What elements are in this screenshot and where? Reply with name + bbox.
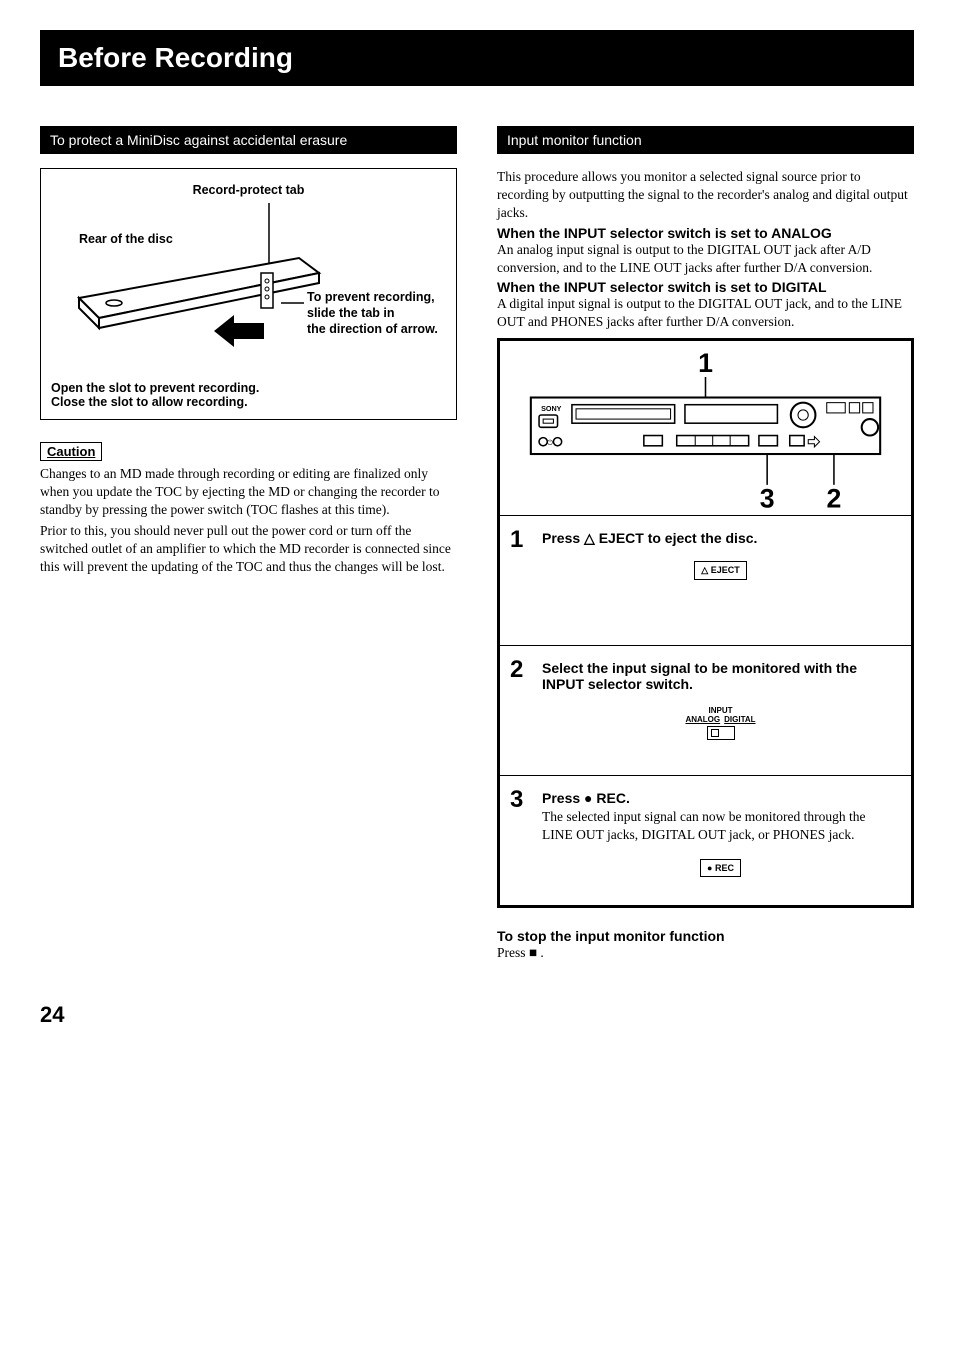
device-illustration: 1 SONY ⏻: [500, 341, 911, 516]
caution-paragraph-1: Changes to an MD made through recording …: [40, 465, 457, 520]
page-number: 24: [40, 1002, 914, 1028]
protect-header: To protect a MiniDisc against accidental…: [40, 126, 457, 154]
two-column-layout: To protect a MiniDisc against accidental…: [40, 126, 914, 962]
digital-heading: When the INPUT selector switch is set to…: [497, 279, 914, 295]
page-title: Before Recording: [40, 30, 914, 86]
step-2-title: Select the input signal to be monitored …: [542, 660, 899, 692]
svg-text:⏻: ⏻: [547, 438, 553, 446]
digital-body: A digital input signal is output to the …: [497, 295, 914, 331]
step-3-title: Press ● REC.: [542, 790, 899, 806]
caution-paragraph-2: Prior to this, you should never pull out…: [40, 522, 457, 577]
analog-body: An analog input signal is output to the …: [497, 241, 914, 277]
svg-text:slide the tab in: slide the tab in: [307, 306, 395, 320]
stop-heading: To stop the input monitor function: [497, 928, 914, 944]
left-column: To protect a MiniDisc against accidental…: [40, 126, 457, 962]
right-column: Input monitor function This procedure al…: [497, 126, 914, 962]
prevent-line1: To prevent recording,: [307, 290, 435, 304]
intro-text: This procedure allows you monitor a sele…: [497, 168, 914, 223]
svg-text:2: 2: [827, 483, 842, 513]
analog-heading: When the INPUT selector switch is set to…: [497, 225, 914, 241]
close-slot-text: Close the slot to allow recording.: [51, 395, 446, 409]
step-1-number: 1: [510, 526, 523, 554]
step-3: 3 Press ● REC. The selected input signal…: [500, 775, 911, 905]
step-1: 1 Press △ EJECT to eject the disc. △ EJE…: [500, 515, 911, 645]
steps-frame: 1 SONY ⏻: [497, 338, 914, 909]
step-2: 2 Select the input signal to be monitore…: [500, 645, 911, 775]
tab-label: Record-protect tab: [51, 183, 446, 197]
stop-body: Press ■ .: [497, 944, 914, 962]
svg-text:Rear of the disc: Rear of the disc: [79, 232, 173, 246]
rec-button-icon: ● REC: [700, 859, 741, 877]
step-3-desc: The selected input signal can now be mon…: [542, 808, 899, 844]
svg-text:1: 1: [698, 347, 713, 377]
step-1-title: Press △ EJECT to eject the disc.: [542, 530, 899, 547]
open-slot-text: Open the slot to prevent recording.: [51, 381, 446, 395]
svg-text:3: 3: [760, 483, 775, 513]
eject-button-icon: △ EJECT: [694, 561, 746, 580]
caution-label: Caution: [40, 442, 102, 461]
step-3-number: 3: [510, 786, 523, 814]
step-2-number: 2: [510, 656, 523, 684]
input-selector-icon: INPUT ANALOG DIGITAL: [542, 706, 899, 740]
disc-drawing: Rear of the disc To pr: [59, 203, 439, 373]
svg-text:SONY: SONY: [541, 403, 562, 412]
input-monitor-header: Input monitor function: [497, 126, 914, 154]
svg-text:the direction of arrow.: the direction of arrow.: [307, 322, 438, 336]
record-protect-diagram: Record-protect tab Rear of the disc: [40, 168, 457, 420]
